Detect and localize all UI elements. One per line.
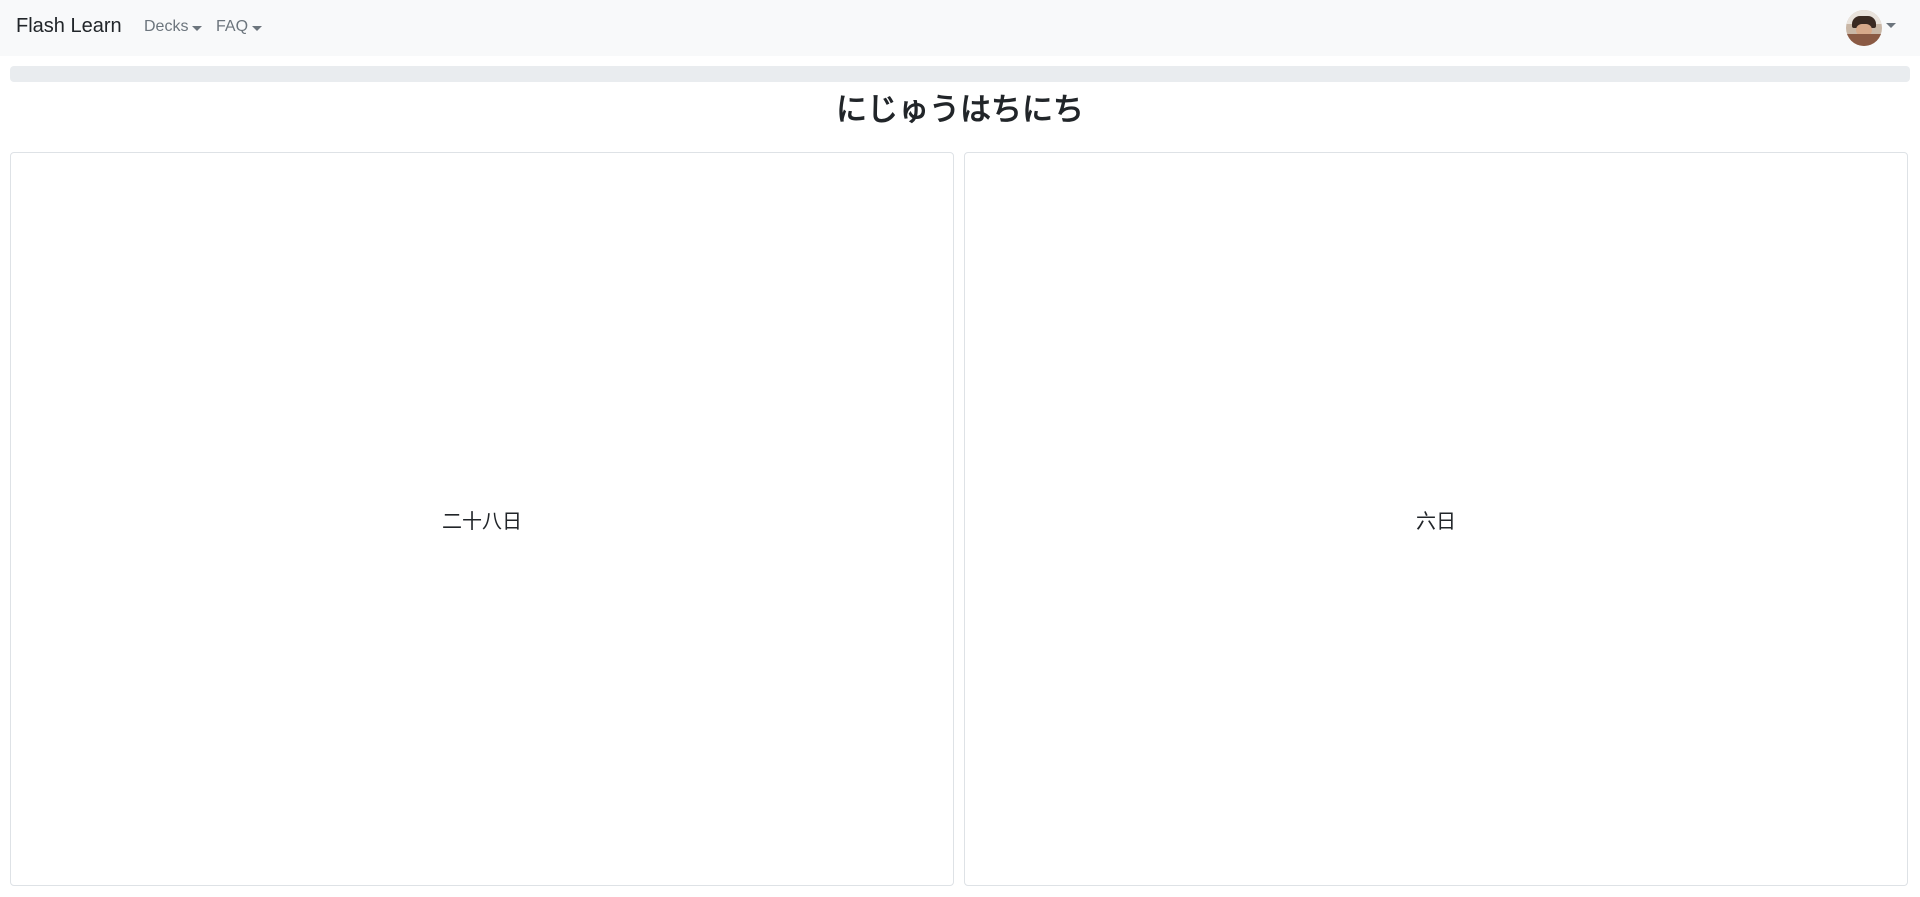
decks-dropdown-label: Decks — [144, 18, 189, 35]
answer-choice-card-1[interactable]: 二十八日 — [10, 152, 954, 886]
chevron-down-icon — [1886, 22, 1896, 28]
chevron-down-icon — [252, 25, 263, 31]
decks-dropdown[interactable]: Decks — [144, 18, 203, 36]
top-navbar: Flash Learn Decks FAQ — [0, 0, 1920, 56]
brand-link[interactable]: Flash Learn — [16, 15, 122, 38]
answer-choice-label: 六日 — [1416, 508, 1456, 533]
faq-dropdown-label: FAQ — [216, 18, 249, 35]
avatar — [1846, 10, 1882, 46]
user-menu-dropdown[interactable] — [1846, 10, 1896, 46]
page-title: にじゅうはちにち — [836, 92, 1084, 127]
faq-dropdown[interactable]: FAQ — [216, 18, 263, 36]
chevron-down-icon — [192, 25, 203, 31]
study-progress-bar — [10, 66, 1910, 82]
answer-choice-label: 二十八日 — [442, 508, 522, 533]
answer-choice-card-2[interactable]: 六日 — [964, 152, 1908, 886]
